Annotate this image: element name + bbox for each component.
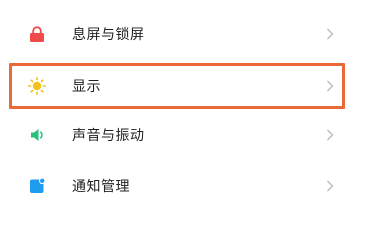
settings-item-sound-vibration[interactable]: 声音与振动 — [0, 110, 368, 160]
chevron-right-icon — [326, 129, 334, 141]
sun-icon — [28, 77, 46, 95]
settings-item-notifications[interactable]: 通知管理 — [0, 161, 368, 211]
settings-item-lock-screen[interactable]: 息屏与锁屏 — [0, 9, 368, 59]
speaker-icon — [28, 126, 46, 144]
chevron-right-icon — [326, 180, 334, 192]
lock-icon — [28, 25, 46, 43]
settings-item-label: 声音与振动 — [72, 128, 145, 144]
settings-item-label: 息屏与锁屏 — [72, 27, 145, 43]
notification-icon — [28, 177, 46, 195]
settings-item-label: 显示 — [72, 79, 101, 95]
chevron-right-icon — [326, 80, 334, 92]
settings-list: 息屏与锁屏 显示 声音与振动 通知管理 — [0, 0, 368, 207]
settings-item-label: 通知管理 — [72, 179, 130, 195]
chevron-right-icon — [326, 28, 334, 40]
settings-item-display[interactable]: 显示 — [0, 61, 368, 111]
